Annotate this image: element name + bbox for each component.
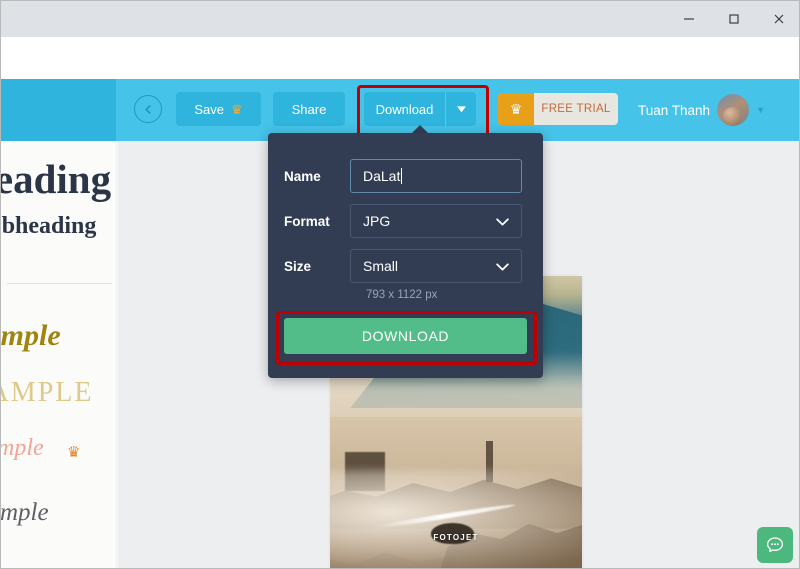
download-button[interactable]: Download	[364, 92, 476, 126]
avatar	[717, 94, 750, 126]
crown-icon: ♛	[230, 101, 243, 117]
back-button[interactable]	[134, 95, 162, 123]
free-trial-label: FREE TRIAL	[541, 103, 611, 115]
name-label: Name	[284, 168, 321, 184]
subheading-style-sample[interactable]: Subheading	[1, 213, 96, 240]
font-sample-2[interactable]: SAMPLE	[1, 377, 93, 409]
user-name-label: Tuan Thanh	[638, 102, 711, 118]
save-button-label: Save	[194, 101, 224, 117]
download-options-popover: Name DaLat Format JPG Size Small 793 x 1…	[268, 133, 543, 378]
dimensions-label: 793 x 1122 px	[366, 289, 438, 301]
chat-widget-button[interactable]	[757, 527, 793, 563]
maximize-icon[interactable]	[711, 1, 756, 37]
tab-strip	[1, 1, 799, 37]
close-icon[interactable]	[756, 1, 799, 37]
sidebar-divider	[7, 283, 112, 284]
share-button[interactable]: Share	[273, 92, 345, 126]
watermark-label: FOTOJET	[433, 533, 479, 543]
share-button-label: Share	[291, 101, 327, 117]
save-button[interactable]: Save ♛	[176, 92, 261, 126]
chat-bubble-icon	[766, 537, 784, 553]
font-sample-3[interactable]: Sample	[1, 435, 44, 462]
browser-toolbar: -collage A 文 G	[1, 37, 799, 108]
font-sample-1[interactable]: Sample	[1, 319, 61, 353]
format-row: Format JPG	[268, 204, 543, 238]
app-toolbar-left-block	[1, 79, 116, 141]
free-trial-button[interactable]: ♛ FREE TRIAL	[498, 93, 618, 125]
browser-window: -collage A 文 G	[0, 0, 800, 569]
size-select-value: Small	[363, 258, 399, 274]
confirm-download-button[interactable]: DOWNLOAD	[284, 318, 527, 354]
chevron-down-icon	[496, 213, 509, 229]
chevron-down-icon: ▼	[756, 105, 765, 115]
size-label: Size	[284, 258, 312, 274]
crown-icon: ♛	[67, 444, 81, 461]
crown-icon: ♛	[498, 93, 534, 125]
format-select-value: JPG	[363, 213, 391, 229]
name-input-value: DaLat	[363, 168, 401, 184]
download-dropdown-toggle[interactable]	[445, 92, 476, 126]
size-row: Size Small	[268, 249, 543, 283]
chevron-left-icon	[144, 104, 151, 114]
window-controls	[666, 1, 799, 37]
photo-fog-lower	[330, 470, 582, 568]
format-label: Format	[284, 213, 330, 229]
text-cursor	[401, 168, 403, 184]
user-menu[interactable]: Tuan Thanh ▼	[638, 93, 765, 127]
chevron-down-icon	[456, 105, 466, 112]
heading-style-sample[interactable]: Heading	[1, 155, 111, 203]
minimize-icon[interactable]	[666, 1, 711, 37]
download-button-label: Download	[375, 101, 434, 117]
format-select[interactable]: JPG	[350, 204, 522, 238]
name-input[interactable]: DaLat	[350, 159, 522, 193]
chevron-down-icon	[496, 258, 509, 274]
size-select[interactable]: Small	[350, 249, 522, 283]
confirm-download-label: DOWNLOAD	[361, 328, 450, 344]
font-sample-4[interactable]: Sample	[1, 499, 49, 527]
name-row: Name DaLat	[268, 159, 543, 193]
text-styles-sidebar: Heading Subheading Sample SAMPLE Sample …	[1, 141, 115, 568]
